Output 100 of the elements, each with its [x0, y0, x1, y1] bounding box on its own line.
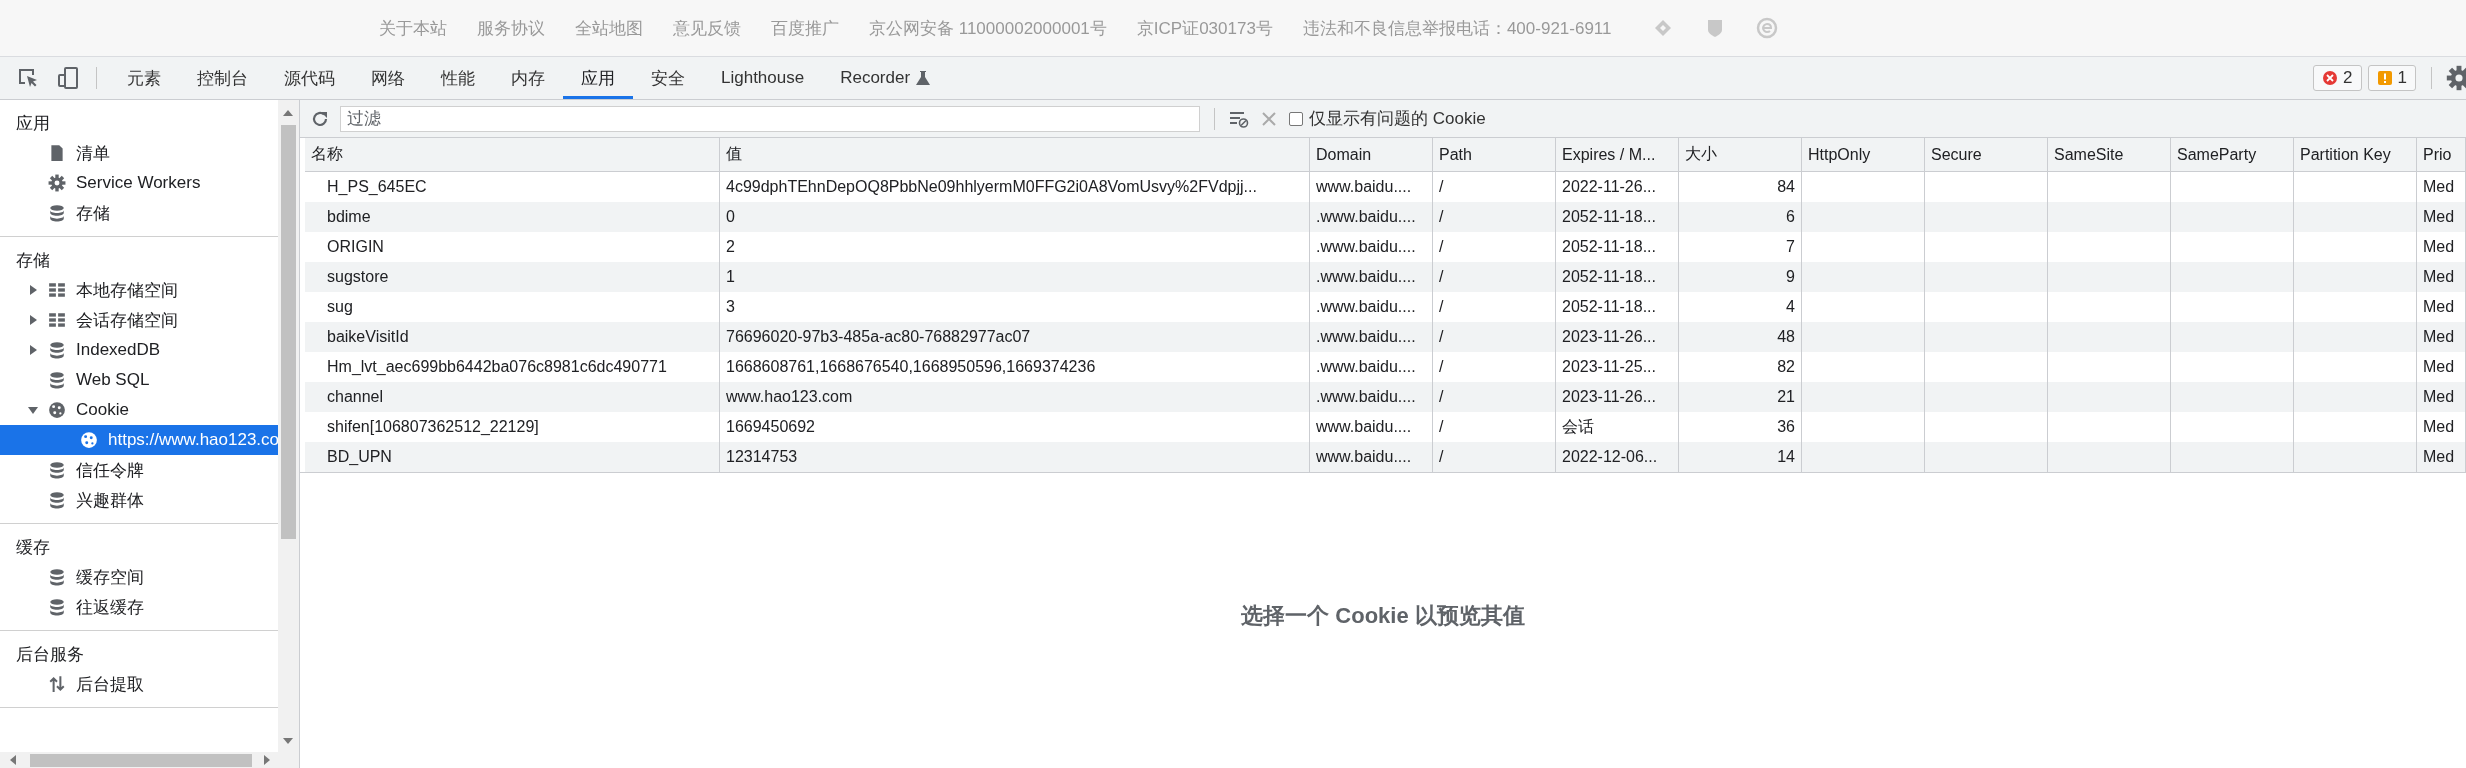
sidebar-item[interactable]: 本地存储空间 [0, 275, 278, 305]
table-cell: 6 [1679, 202, 1802, 232]
table-cell: .www.baidu.... [1310, 382, 1433, 412]
database-icon [48, 598, 66, 616]
sidebar-item[interactable]: 存储 [0, 198, 278, 228]
column-header[interactable]: Domain [1310, 138, 1433, 172]
scroll-up-icon[interactable] [283, 108, 293, 118]
table-cell: 2052-11-18... [1556, 262, 1679, 292]
caret-right-icon[interactable] [28, 315, 38, 325]
table-cell: bdime [305, 202, 720, 232]
sidebar-item[interactable]: 信任令牌 [0, 455, 278, 485]
settings-icon[interactable] [2446, 65, 2466, 91]
horizontal-scrollbar[interactable] [0, 752, 299, 768]
file-icon [48, 144, 66, 162]
vertical-scrollbar[interactable] [278, 100, 299, 752]
table-cell: baikeVisitId [305, 322, 720, 352]
caret-right-icon[interactable] [28, 345, 38, 355]
section-heading: 缓存 [16, 538, 50, 557]
table-cell: 2052-11-18... [1556, 202, 1679, 232]
table-cell: 21 [1679, 382, 1802, 412]
table-cell: 14 [1679, 442, 1802, 472]
tab[interactable]: Recorder [822, 57, 949, 99]
table-cell: Med [2417, 202, 2466, 232]
column-header[interactable]: SameParty [2171, 138, 2294, 172]
sidebar-item[interactable]: Web SQL [0, 365, 278, 395]
tab[interactable]: 内存 [493, 57, 563, 99]
table-cell: .www.baidu.... [1310, 262, 1433, 292]
scroll-down-icon[interactable] [283, 736, 293, 746]
section-heading: 后台服务 [16, 645, 84, 664]
tab[interactable]: 性能 [423, 57, 493, 99]
warning-icon [2376, 70, 2393, 86]
sidebar-item[interactable]: 清单 [0, 138, 278, 168]
sidebar-item[interactable]: 往返缓存 [0, 592, 278, 622]
filter-field[interactable]: 过滤 [340, 105, 1200, 132]
table-cell: / [1433, 382, 1556, 412]
sidebar-item[interactable]: Cookie [0, 395, 278, 425]
table-cell: 9 [1679, 262, 1802, 292]
database-icon [48, 568, 66, 586]
column-header[interactable]: 大小 [1679, 138, 1802, 172]
table-cell: sugstore [305, 262, 720, 292]
grid-icon [48, 311, 66, 329]
table-cell: / [1433, 442, 1556, 472]
table-cell: 12314753 [720, 442, 1310, 472]
error-badge[interactable]: 2 [2313, 65, 2362, 91]
table-cell: Med [2417, 382, 2466, 412]
table-cell: 0 [720, 202, 1310, 232]
table-cell: Med [2417, 322, 2466, 352]
column-header[interactable]: Secure [1925, 138, 2048, 172]
preview-message: 选择一个 Cookie 以预览其值 [1241, 602, 1525, 630]
table-cell: 2023-11-26... [1556, 322, 1679, 352]
table-cell: / [1433, 202, 1556, 232]
cookie-icon [80, 431, 98, 449]
tab[interactable]: Lighthouse [703, 57, 823, 99]
table-cell: www.hao123.com [720, 382, 1310, 412]
table-cell: 48 [1679, 322, 1802, 352]
column-header[interactable]: HttpOnly [1802, 138, 1925, 172]
section-heading: 应用 [16, 114, 50, 133]
tab[interactable]: 安全 [633, 57, 703, 99]
warning-count: 1 [2397, 68, 2407, 88]
table-cell: BD_UPN [305, 442, 720, 472]
table-cell: Med [2417, 262, 2466, 292]
column-header[interactable]: SameSite [2048, 138, 2171, 172]
tab[interactable]: 网络 [353, 57, 423, 99]
flask-icon [916, 70, 931, 86]
section-heading: 存储 [16, 251, 50, 270]
table-cell: .www.baidu.... [1310, 322, 1433, 352]
table-cell: / [1433, 322, 1556, 352]
arrows-icon [48, 675, 66, 693]
sidebar-item[interactable]: Service Workers [0, 168, 278, 198]
device-icon[interactable] [56, 66, 80, 90]
caret-down-icon[interactable] [28, 405, 38, 415]
table-cell: 76696020-97b3-485a-ac80-76882977ac07 [720, 322, 1310, 352]
tab[interactable]: 元素 [109, 57, 179, 99]
checkbox[interactable] [1289, 111, 1303, 126]
tab[interactable]: 源代码 [266, 57, 353, 99]
caret-right-icon[interactable] [28, 285, 38, 295]
tab[interactable]: 控制台 [179, 57, 266, 99]
sidebar-item[interactable]: 兴趣群体 [0, 485, 278, 515]
table-cell: www.baidu.... [1310, 442, 1433, 472]
sidebar-item[interactable]: IndexedDB [0, 335, 278, 365]
column-header[interactable]: 值 [720, 138, 1310, 172]
column-header[interactable]: Partition Key [2294, 138, 2417, 172]
column-header[interactable]: Path [1433, 138, 1556, 172]
sidebar-item[interactable]: 后台提取 [0, 669, 278, 699]
error-count: 2 [2343, 68, 2353, 88]
column-header[interactable]: Prio [2417, 138, 2466, 172]
column-header[interactable]: Expires / M... [1556, 138, 1679, 172]
sidebar-item[interactable]: 会话存储空间 [0, 305, 278, 335]
cookie-icon [48, 401, 66, 419]
column-header[interactable]: 名称 [305, 138, 720, 172]
database-icon [48, 371, 66, 389]
grid-icon [48, 281, 66, 299]
scroll-left-icon[interactable] [8, 755, 18, 765]
database-icon [48, 341, 66, 359]
sidebar-item[interactable]: https://www.hao123.co [0, 425, 278, 455]
sidebar-item[interactable]: 缓存空间 [0, 562, 278, 592]
scroll-right-icon[interactable] [262, 755, 272, 765]
checkbox-label: 仅显示有问题的 Cookie [1309, 108, 1486, 130]
table-cell: 1 [720, 262, 1310, 292]
warning-badge[interactable]: 1 [2367, 65, 2416, 91]
